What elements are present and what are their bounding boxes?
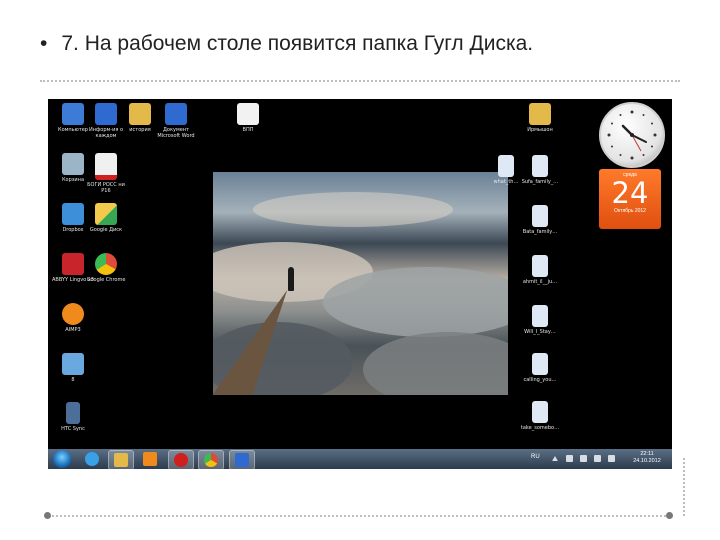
desktop-icon-word-doc-2[interactable]: Документ Microsoft Word xyxy=(154,103,198,139)
windows-start-icon[interactable] xyxy=(53,450,71,468)
top-dotted-line xyxy=(40,80,680,82)
google-drive-folder-icon xyxy=(95,203,117,225)
clock-gadget[interactable] xyxy=(599,102,665,168)
right-dotted-line xyxy=(683,458,685,516)
desktop-icon-chrome[interactable]: Google Chrome xyxy=(84,253,128,283)
taskbar-ie[interactable] xyxy=(80,450,104,468)
tray-app-icon[interactable] xyxy=(608,455,615,462)
desktop-icon-htc-sync[interactable]: HTC Sync xyxy=(51,402,95,432)
person-silhouette xyxy=(288,267,294,291)
wallpaper xyxy=(213,172,508,395)
chrome-icon xyxy=(95,253,117,275)
computer-icon xyxy=(62,103,84,125)
document-icon xyxy=(95,153,117,180)
calendar-month: Октябрь 2012 xyxy=(614,208,646,214)
tray-flag-icon[interactable] xyxy=(594,455,601,462)
desktop-icon-aimp[interactable]: AIMP3 xyxy=(51,303,95,333)
taskbar-explorer[interactable] xyxy=(108,450,134,469)
desktop-icon-audio-4[interactable]: ahmit_il__ju… xyxy=(518,255,562,285)
desktop-screenshot: Компьютер Информ-ия о каждом история Док… xyxy=(48,99,672,469)
audio-file-icon xyxy=(532,305,548,327)
audio-file-icon xyxy=(498,155,514,177)
folder-icon xyxy=(114,453,128,467)
desktop-icon-google-drive[interactable]: Google Диск xyxy=(84,203,128,233)
word-icon xyxy=(235,453,249,467)
calendar-gadget[interactable]: среда 24 Октябрь 2012 xyxy=(599,169,661,229)
folder-icon xyxy=(529,103,551,125)
taskbar-media[interactable] xyxy=(138,450,162,468)
desktop-icon-folder-right[interactable]: Ирмышон xyxy=(518,103,562,133)
dropbox-icon xyxy=(62,203,84,225)
aimp-icon xyxy=(62,303,84,325)
taskbar-opera[interactable] xyxy=(168,450,194,469)
calendar-day-number: 24 xyxy=(611,176,649,210)
desktop-icon-audio-2[interactable]: Sufa_family_… xyxy=(518,155,562,185)
recycle-bin-icon xyxy=(62,153,84,175)
tray-network-icon[interactable] xyxy=(566,455,573,462)
audio-file-icon xyxy=(532,255,548,277)
tray-arrow-icon[interactable] xyxy=(552,456,558,461)
bullet: • xyxy=(40,32,48,55)
word-document-icon xyxy=(165,103,187,125)
taskbar: RU 22:11 24.10.2012 xyxy=(48,449,672,469)
desktop-icon-bpp[interactable]: ВПП xyxy=(226,103,270,133)
slide-title: • 7. На рабочем столе появится папка Гугл… xyxy=(40,32,533,56)
folder-icon xyxy=(129,103,151,125)
desktop-icon-doc-red[interactable]: БОГИ РОСС ни Р16 xyxy=(84,153,128,194)
bottom-left-dot xyxy=(44,512,51,519)
tray-clock[interactable]: 22:11 24.10.2012 xyxy=(630,451,664,465)
tray-date: 24.10.2012 xyxy=(633,458,661,464)
audio-file-icon xyxy=(532,353,548,375)
desktop-icon-audio-7[interactable]: take_somebo… xyxy=(518,401,562,431)
internet-explorer-icon xyxy=(85,452,99,466)
audio-file-icon xyxy=(532,205,548,227)
audio-file-icon xyxy=(532,401,548,423)
clock-face-icon xyxy=(607,110,657,160)
language-indicator[interactable]: RU xyxy=(531,454,540,460)
bottom-right-dot xyxy=(666,512,673,519)
abbyy-icon xyxy=(62,253,84,275)
word-document-icon xyxy=(95,103,117,125)
chrome-icon xyxy=(204,453,218,467)
media-player-icon xyxy=(143,452,157,466)
title-text: 7. На рабочем столе появится папка Гугл … xyxy=(61,32,534,55)
desktop-icon-audio-3[interactable]: Bata_family… xyxy=(518,205,562,235)
audio-file-icon xyxy=(532,155,548,177)
document-icon xyxy=(237,103,259,125)
taskbar-word[interactable] xyxy=(229,450,255,469)
search-icon xyxy=(62,353,84,375)
tray-time: 22:11 xyxy=(640,451,654,457)
desktop-icon-audio-5[interactable]: Will_I_Stay… xyxy=(518,305,562,335)
desktop-icon-search-shortcut[interactable]: 8 xyxy=(51,353,95,383)
tray-volume-icon[interactable] xyxy=(580,455,587,462)
desktop-icon-audio-6[interactable]: calling_you… xyxy=(518,353,562,383)
taskbar-chrome[interactable] xyxy=(198,450,224,469)
opera-icon xyxy=(174,453,188,467)
bottom-dotted-line xyxy=(52,515,666,517)
phone-icon xyxy=(66,402,80,424)
